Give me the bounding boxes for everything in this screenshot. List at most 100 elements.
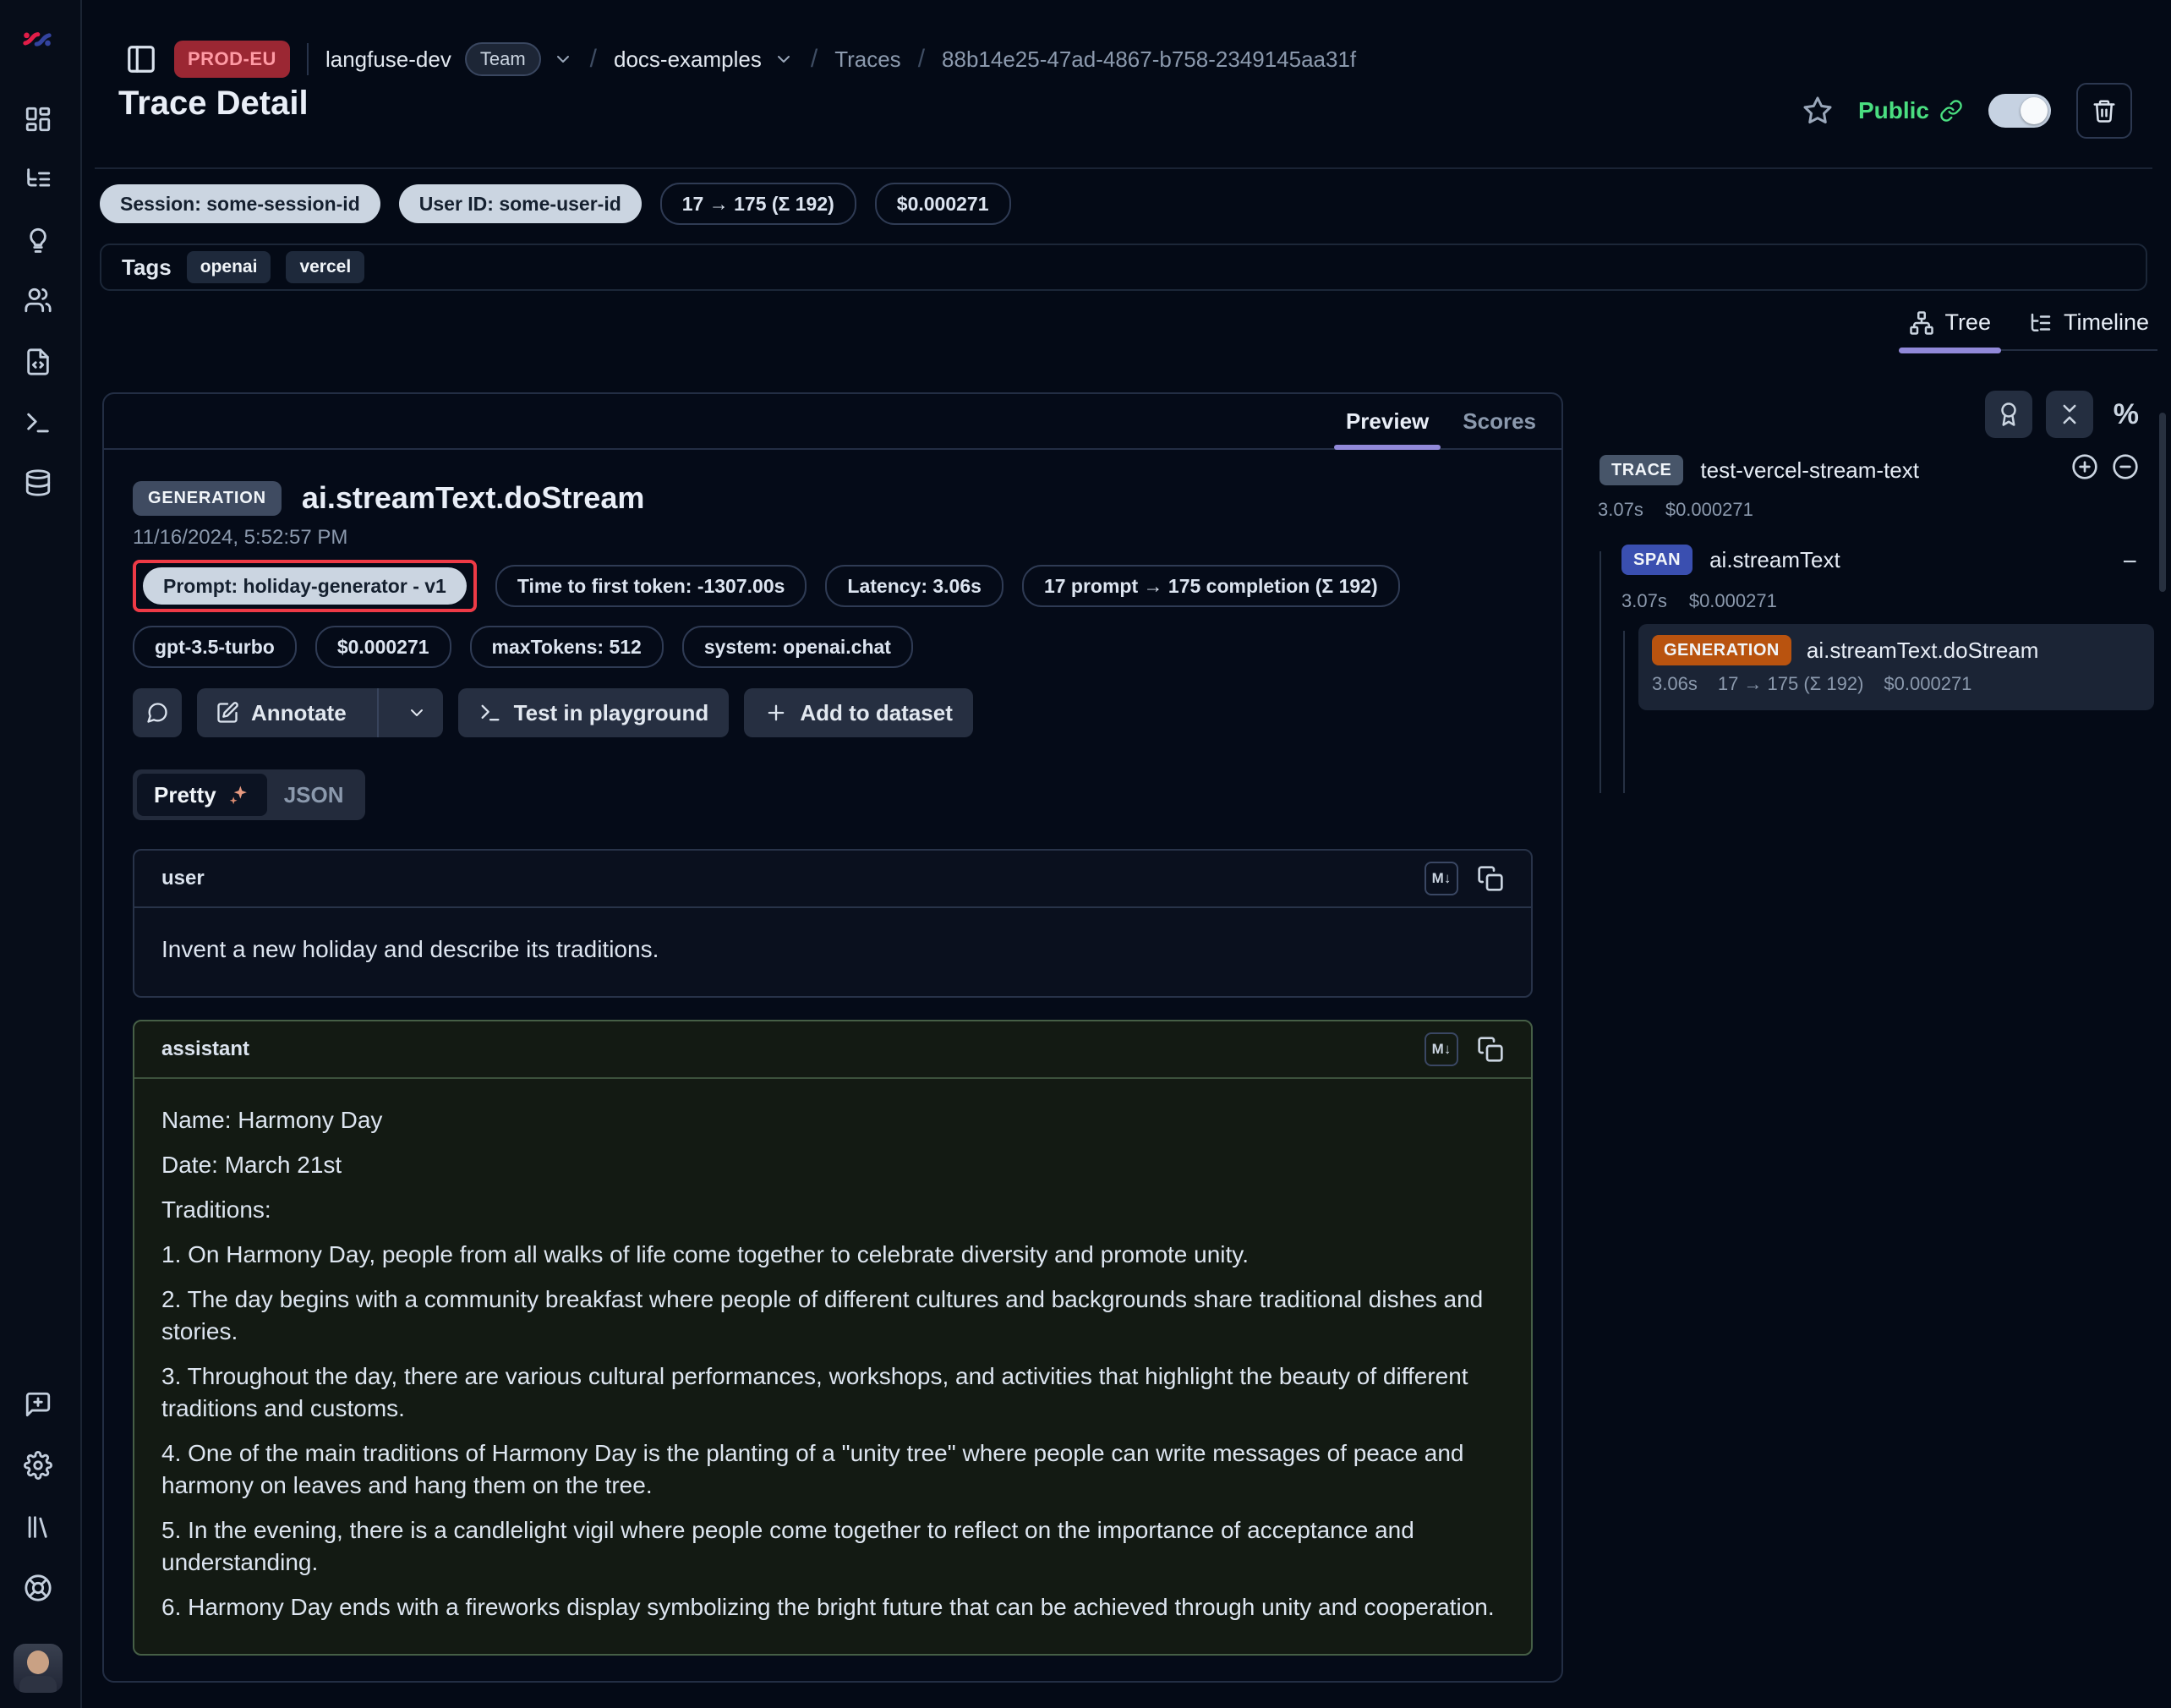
span-metrics: 3.07s $0.000271 — [1621, 590, 1777, 612]
header-divider — [95, 167, 2152, 169]
format-pretty-button[interactable]: Pretty — [137, 774, 267, 816]
tags-label: Tags — [122, 255, 172, 281]
chevron-down-icon[interactable] — [774, 49, 794, 69]
breadcrumb-separator: / — [811, 45, 818, 74]
sidebar-toggle-icon[interactable] — [125, 43, 157, 75]
prompt-badge[interactable]: Prompt: holiday-generator - v1 — [143, 567, 467, 605]
breadcrumb-section[interactable]: Traces — [834, 47, 901, 73]
assistant-message-header: assistant M↓ — [134, 1021, 1531, 1079]
annotate-label: Annotate — [251, 700, 347, 726]
generation-badge: GENERATION — [1652, 635, 1791, 665]
sparkles-icon — [227, 783, 250, 807]
pretty-label: Pretty — [154, 782, 216, 808]
span-node[interactable]: SPAN ai.streamText — [1621, 545, 1840, 575]
users-icon[interactable] — [24, 286, 52, 315]
test-in-playground-button[interactable]: Test in playground — [458, 688, 730, 737]
dashboard-icon[interactable] — [24, 105, 52, 134]
format-json-button[interactable]: JSON — [267, 774, 361, 816]
sidebar — [0, 0, 82, 1708]
org-type-badge: Team — [465, 42, 541, 76]
langfuse-logo-icon[interactable] — [20, 22, 54, 56]
user-avatar[interactable] — [14, 1644, 63, 1693]
observation-actions: Annotate Test in playground Add to datas… — [133, 688, 1533, 737]
environment-badge[interactable]: PROD-EU — [174, 41, 290, 78]
page-title: Trace Detail — [118, 85, 309, 123]
annotate-dropdown-button[interactable] — [391, 688, 443, 737]
trace-metrics: 3.07s $0.000271 — [1598, 499, 1753, 521]
star-bookmark-icon[interactable] — [1802, 96, 1833, 126]
pen-square-icon — [216, 701, 239, 725]
format-toggle: Pretty JSON — [133, 769, 365, 820]
breadcrumb-trace-id: 88b14e25-47ad-4867-b758-2349145aa31f — [942, 47, 1356, 73]
tab-timeline[interactable]: Timeline — [2028, 309, 2149, 336]
percent-metrics-toggle[interactable]: % — [2114, 398, 2139, 431]
span-badge: SPAN — [1621, 545, 1693, 575]
user-id-badge[interactable]: User ID: some-user-id — [399, 184, 642, 223]
tree-network-icon — [1909, 310, 1934, 336]
terminal-icon — [478, 701, 502, 725]
timeline-list-icon — [2028, 310, 2053, 336]
breadcrumb: PROD-EU langfuse-dev Team / docs-example… — [125, 39, 1356, 79]
breadcrumb-org[interactable]: langfuse-dev — [325, 47, 451, 73]
settings-gear-icon[interactable] — [24, 1451, 52, 1480]
assistant-message-content: Name: Harmony Day Date: March 21st Tradi… — [134, 1079, 1531, 1654]
observation-badges-row-2: gpt-3.5-turbo $0.000271 maxTokens: 512 s… — [133, 626, 1533, 668]
user-message-content: Invent a new holiday and describe its tr… — [134, 908, 1531, 996]
span-collapse-button[interactable]: − — [2122, 548, 2137, 577]
tag-openai[interactable]: openai — [187, 251, 271, 283]
user-message-header: user M↓ — [134, 851, 1531, 908]
generation-type-badge: GENERATION — [133, 481, 282, 516]
model-badge[interactable]: gpt-3.5-turbo — [133, 626, 297, 668]
cost-badge: $0.000271 — [315, 626, 451, 668]
collapse-all-button[interactable] — [2046, 391, 2093, 438]
support-lifebuoy-icon[interactable] — [24, 1574, 52, 1602]
system-badge: system: openai.chat — [682, 626, 913, 668]
tab-timeline-label: Timeline — [2064, 309, 2149, 336]
tag-vercel[interactable]: vercel — [286, 251, 364, 283]
trace-name: test-vercel-stream-text — [1700, 457, 1919, 484]
breadcrumb-separator: / — [918, 45, 925, 74]
annotate-button[interactable]: Annotate — [197, 688, 443, 737]
docs-library-icon[interactable] — [24, 1513, 52, 1541]
database-icon[interactable] — [24, 468, 52, 497]
tab-tree[interactable]: Tree — [1909, 309, 1991, 336]
feedback-message-plus-icon[interactable] — [24, 1390, 52, 1419]
add-to-dataset-button[interactable]: Add to dataset — [744, 688, 973, 737]
copy-icon[interactable] — [1477, 865, 1504, 892]
public-link[interactable]: Public — [1858, 97, 1963, 124]
tab-preview[interactable]: Preview — [1346, 394, 1429, 448]
breadcrumb-project[interactable]: docs-examples — [614, 47, 762, 73]
playground-label: Test in playground — [514, 700, 709, 726]
trace-tree-panel: % TRACE test-vercel-stream-text 3.07s $0… — [1589, 386, 2171, 1708]
comment-button[interactable] — [133, 688, 182, 737]
plus-circle-icon[interactable] — [2071, 453, 2098, 480]
prompts-lightbulb-icon[interactable] — [24, 226, 52, 255]
scores-award-button[interactable] — [1985, 391, 2032, 438]
view-tabs: Tree Timeline — [1900, 309, 2157, 351]
token-usage-badge: 17 → 175 (Σ 192) — [660, 183, 856, 225]
chevron-down-icon[interactable] — [553, 49, 573, 69]
copy-icon[interactable] — [1477, 1036, 1504, 1063]
tab-scores[interactable]: Scores — [1463, 394, 1536, 448]
tree-panel-toolbar: % — [1985, 391, 2139, 438]
scrollbar-thumb[interactable] — [2159, 413, 2166, 592]
divider — [307, 43, 309, 75]
delete-trace-button[interactable] — [2076, 83, 2132, 139]
markdown-toggle-icon[interactable]: M↓ — [1425, 862, 1458, 895]
generation-node-selected[interactable]: GENERATION ai.streamText.doStream 3.06s … — [1638, 624, 2154, 710]
max-tokens-badge: maxTokens: 512 — [470, 626, 664, 668]
trace-node[interactable]: TRACE test-vercel-stream-text — [1600, 455, 1919, 485]
prompt-highlight-box: Prompt: holiday-generator - v1 — [133, 560, 477, 612]
tab-tree-label: Tree — [1944, 309, 1991, 336]
tracing-icon[interactable] — [24, 165, 52, 194]
markdown-toggle-icon[interactable]: M↓ — [1425, 1032, 1458, 1066]
playground-terminal-icon[interactable] — [24, 408, 52, 437]
span-cost: $0.000271 — [1689, 590, 1777, 612]
minus-circle-icon[interactable] — [2112, 453, 2139, 480]
tree-indent-guide — [1600, 551, 1601, 793]
session-badge[interactable]: Session: some-session-id — [100, 184, 380, 223]
prompt-completion-tokens-badge: 17 prompt → 175 completion (Σ 192) — [1022, 565, 1400, 607]
datasets-file-code-icon[interactable] — [24, 348, 52, 376]
public-toggle[interactable] — [1988, 94, 2051, 128]
trace-meta-row: Session: some-session-id User ID: some-u… — [100, 183, 1011, 225]
